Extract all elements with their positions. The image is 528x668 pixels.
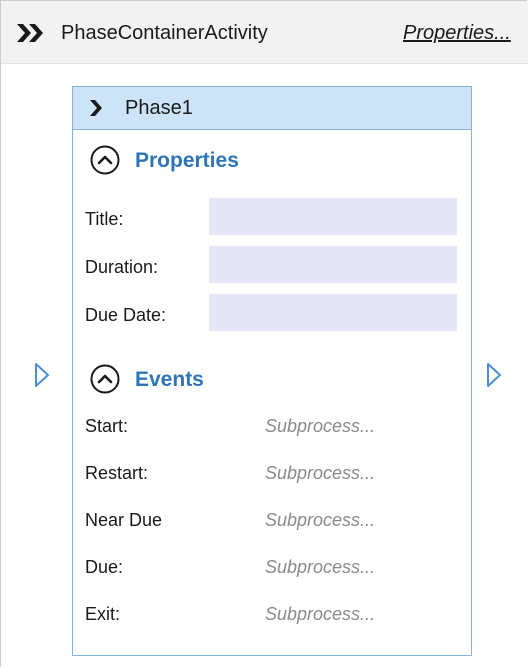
properties-link[interactable]: Properties... bbox=[403, 16, 511, 50]
container-header: PhaseContainerActivity Properties... bbox=[1, 1, 528, 64]
phase-container-activity: PhaseContainerActivity Properties... Pha… bbox=[0, 0, 528, 667]
restart-event-subprocess-link[interactable]: Subprocess... bbox=[265, 461, 375, 485]
double-chevron-right-icon bbox=[17, 24, 43, 42]
phase-header[interactable]: Phase1 bbox=[73, 87, 471, 130]
left-connector-icon[interactable] bbox=[34, 362, 50, 388]
start-event-label: Start: bbox=[85, 416, 129, 436]
properties-collapse-button[interactable] bbox=[90, 145, 120, 175]
due-date-input[interactable] bbox=[209, 294, 457, 331]
container-title: PhaseContainerActivity bbox=[61, 22, 268, 44]
events-section-title: Events bbox=[135, 368, 204, 391]
events-collapse-button[interactable] bbox=[90, 364, 120, 394]
start-event-subprocess-link[interactable]: Subprocess... bbox=[265, 414, 375, 438]
title-label: Title: bbox=[85, 209, 124, 229]
near-due-event-label: Near Due bbox=[85, 510, 163, 530]
right-connector-icon[interactable] bbox=[486, 362, 502, 388]
due-date-label: Due Date: bbox=[85, 305, 167, 325]
duration-label: Duration: bbox=[85, 257, 159, 277]
properties-section-title: Properties bbox=[135, 149, 239, 172]
near-due-event-subprocess-link[interactable]: Subprocess... bbox=[265, 508, 375, 532]
phase-activity[interactable]: Phase1 Properties Title: Duration: Due D… bbox=[72, 86, 472, 656]
exit-event-label: Exit: bbox=[85, 604, 121, 624]
restart-event-label: Restart: bbox=[85, 463, 149, 483]
title-input[interactable] bbox=[209, 198, 457, 235]
due-event-subprocess-link[interactable]: Subprocess... bbox=[265, 555, 375, 579]
phase-title: Phase1 bbox=[125, 97, 193, 119]
duration-input[interactable] bbox=[209, 246, 457, 283]
chevron-right-icon bbox=[90, 100, 102, 116]
due-event-label: Due: bbox=[85, 557, 124, 577]
exit-event-subprocess-link[interactable]: Subprocess... bbox=[265, 602, 375, 626]
